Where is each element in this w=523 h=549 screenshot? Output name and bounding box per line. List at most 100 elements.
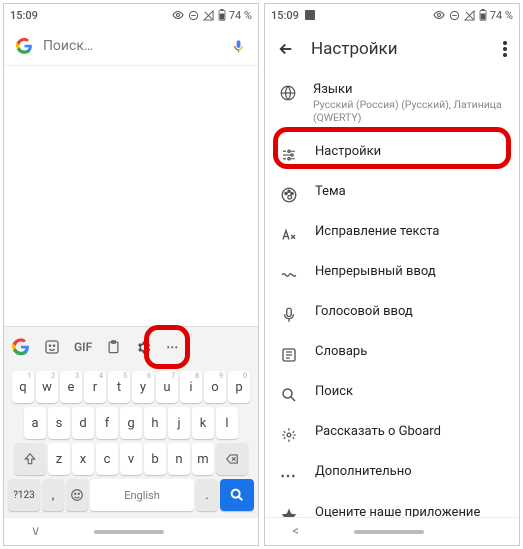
search-key[interactable] <box>220 479 254 511</box>
key-p[interactable]: p0 <box>228 371 250 403</box>
item-title: Поиск <box>315 384 353 399</box>
item-title: Настройки <box>315 144 381 159</box>
eye-icon <box>433 9 445 21</box>
key-c[interactable]: c <box>96 443 118 475</box>
item-title: Словарь <box>315 344 367 359</box>
key-w[interactable]: w2 <box>36 371 58 403</box>
settings-item-9[interactable]: ⋯Дополнительно <box>265 454 519 495</box>
key-r[interactable]: r4 <box>84 371 106 403</box>
item-icon <box>279 424 299 444</box>
mic-icon[interactable] <box>231 36 246 56</box>
item-icon: ⋯ <box>279 464 299 485</box>
google-logo-icon <box>16 37 33 55</box>
phone-left: 15:09 74 % GIF ⋯ q1w2e3r4t5y6u7i8o9p0 as… <box>3 3 259 546</box>
clock: 15:09 <box>271 9 299 22</box>
more-icon[interactable]: ⋯ <box>166 340 180 354</box>
gif-button[interactable]: GIF <box>74 340 92 354</box>
item-icon <box>279 344 299 364</box>
sticker-icon[interactable] <box>44 339 60 355</box>
back-icon[interactable] <box>277 40 295 58</box>
comma-key[interactable]: , <box>42 479 64 511</box>
settings-item-0[interactable]: ЯзыкиРусский (Россия) (Русский), Латиниц… <box>265 72 519 134</box>
item-icon <box>279 82 297 102</box>
key-q[interactable]: q1 <box>12 371 34 403</box>
key-j[interactable]: j <box>168 407 190 439</box>
space-key[interactable]: English <box>90 479 194 511</box>
item-icon <box>279 505 299 517</box>
key-m[interactable]: m <box>192 443 214 475</box>
key-d[interactable]: d <box>72 407 94 439</box>
key-y[interactable]: y6 <box>132 371 154 403</box>
key-t[interactable]: t5 <box>108 371 130 403</box>
key-g[interactable]: g <box>120 407 142 439</box>
battery-pct: 74 % <box>490 9 513 22</box>
settings-item-1[interactable]: Настройки <box>265 134 519 174</box>
key-h[interactable]: h <box>144 407 166 439</box>
item-title: Тема <box>315 184 346 199</box>
clipboard-icon[interactable] <box>106 339 121 355</box>
settings-item-6[interactable]: Словарь <box>265 334 519 374</box>
kb-row-3: zxcvbnm <box>6 443 256 475</box>
overflow-icon[interactable] <box>503 41 507 57</box>
settings-item-3[interactable]: Исправление текста <box>265 214 519 254</box>
key-v[interactable]: v <box>120 443 142 475</box>
key-x[interactable]: x <box>72 443 94 475</box>
nav-pill[interactable] <box>354 530 424 534</box>
emoji-key[interactable] <box>66 479 88 511</box>
settings-item-5[interactable]: Голосовой ввод <box>265 294 519 334</box>
kb-row-1: q1w2e3r4t5y6u7i8o9p0 <box>6 371 256 403</box>
key-b[interactable]: b <box>144 443 166 475</box>
settings-item-8[interactable]: Рассказать о Gboard <box>265 414 519 454</box>
keyboard-toolbar: GIF ⋯ <box>4 327 258 367</box>
settings-item-10[interactable]: Оцените наше приложение <box>265 495 519 517</box>
period-key[interactable]: . <box>196 479 218 511</box>
nav-back-icon[interactable]: < <box>292 524 299 539</box>
phone-right: 15:09 74 % Настройки ЯзыкиРусский (Росси… <box>264 3 520 546</box>
app-bar: Настройки <box>265 26 519 72</box>
key-z[interactable]: z <box>48 443 70 475</box>
key-n[interactable]: n <box>168 443 190 475</box>
key-f[interactable]: f <box>96 407 118 439</box>
item-icon <box>279 144 299 164</box>
key-u[interactable]: u7 <box>156 371 178 403</box>
status-bar: 15:09 74 % <box>4 4 258 26</box>
settings-item-2[interactable]: Тема <box>265 174 519 214</box>
nav-back-icon[interactable]: ∨ <box>31 524 41 539</box>
key-k[interactable]: k <box>192 407 214 439</box>
battery-icon <box>479 9 487 21</box>
app-icon <box>305 10 315 20</box>
keyboard: GIF ⋯ q1w2e3r4t5y6u7i8o9p0 asdfghjkl zxc… <box>4 326 258 517</box>
item-subtitle: Русский (Россия) (Русский), Латиница (QW… <box>313 99 505 124</box>
key-o[interactable]: o9 <box>204 371 226 403</box>
backspace-key[interactable] <box>216 443 248 475</box>
dnd-icon <box>188 10 199 21</box>
item-icon <box>279 384 299 404</box>
settings-item-7[interactable]: Поиск <box>265 374 519 414</box>
symbols-key[interactable]: ?123 <box>8 479 40 511</box>
no-signal-icon <box>464 10 475 21</box>
empty-body <box>4 66 258 326</box>
key-i[interactable]: i8 <box>180 371 202 403</box>
battery-icon <box>218 9 226 21</box>
item-icon <box>279 224 299 244</box>
battery-pct: 74 % <box>229 9 252 22</box>
status-bar: 15:09 74 % <box>265 4 519 26</box>
key-a[interactable]: a <box>24 407 46 439</box>
key-e[interactable]: e3 <box>60 371 82 403</box>
nav-bar: ∨ <box>4 517 258 545</box>
gear-icon[interactable] <box>135 339 152 356</box>
settings-item-4[interactable]: Непрерывный ввод <box>265 254 519 294</box>
item-icon <box>279 184 299 204</box>
item-icon <box>279 304 299 324</box>
search-input[interactable] <box>43 38 221 54</box>
key-s[interactable]: s <box>48 407 70 439</box>
search-bar[interactable] <box>4 26 258 66</box>
page-title: Настройки <box>311 39 487 59</box>
item-title: Непрерывный ввод <box>315 264 436 279</box>
key-l[interactable]: l <box>216 407 238 439</box>
nav-pill[interactable] <box>94 530 164 534</box>
shift-key[interactable] <box>14 443 46 475</box>
no-signal-icon <box>203 10 214 21</box>
google-logo-small-icon[interactable] <box>12 338 30 356</box>
clock: 15:09 <box>10 9 38 22</box>
